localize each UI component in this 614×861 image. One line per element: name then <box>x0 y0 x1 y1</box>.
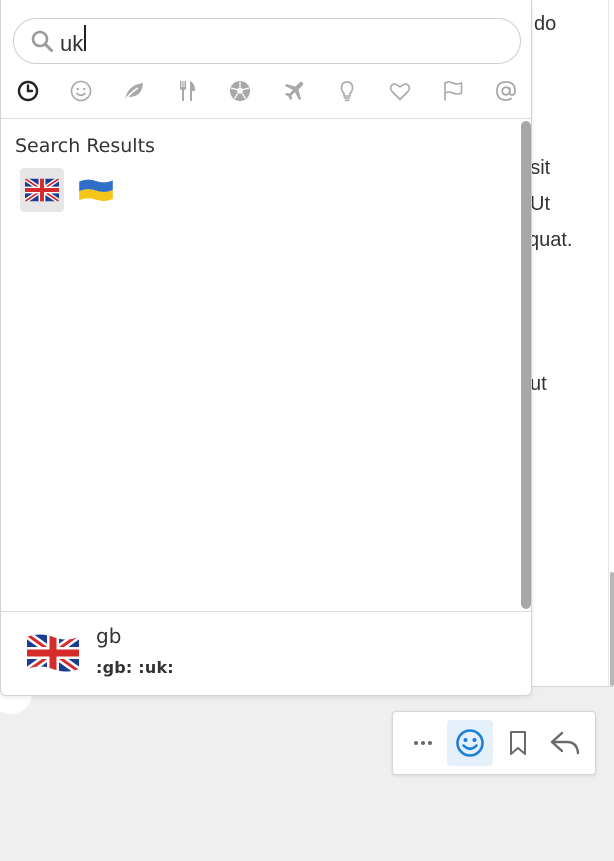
smiley-icon <box>456 729 485 757</box>
airplane-icon <box>284 81 303 100</box>
message-text-fragment: do <box>534 13 557 35</box>
leaf-icon <box>124 83 144 101</box>
preview-flag-gb-emoji <box>27 634 79 672</box>
save-message-button[interactable] <box>495 720 541 766</box>
soccer-ball-icon <box>230 81 251 101</box>
search-input-value: uk <box>60 31 84 56</box>
message-text-fragment: Ut <box>530 193 550 215</box>
tab-smileys[interactable] <box>64 74 98 108</box>
page-divider <box>608 0 609 686</box>
ellipsis-icon <box>414 741 433 745</box>
emoji-search-box[interactable]: uk <box>13 18 521 64</box>
tab-activity[interactable] <box>223 74 257 108</box>
smiley-icon <box>70 80 92 102</box>
text-caret <box>84 25 86 51</box>
page-scrollbar[interactable] <box>610 572 614 686</box>
divider <box>1 611 531 612</box>
message-text-fragment: quat. <box>528 229 573 251</box>
search-results-title: Search Results <box>15 135 155 157</box>
lightbulb-icon <box>340 81 353 102</box>
tab-nature[interactable] <box>117 74 151 108</box>
fork-knife-icon <box>180 81 196 101</box>
emoji-flag-gb-button[interactable] <box>20 168 64 212</box>
flag-ua-emoji <box>79 179 113 201</box>
add-reaction-button[interactable] <box>447 720 494 766</box>
heart-icon <box>389 83 410 101</box>
emoji-category-tabs <box>11 74 523 108</box>
preview-emoji-aliases: :gb: :uk: <box>96 658 174 677</box>
emoji-picker: uk Search Results gb:gb::uk: <box>0 0 532 696</box>
reply-icon <box>550 731 579 755</box>
more-actions-button[interactable] <box>400 720 446 766</box>
flag-gb-emoji <box>25 178 59 202</box>
clock-icon <box>17 80 39 102</box>
tab-custom[interactable] <box>489 74 523 108</box>
emoji-list-scrollbar[interactable] <box>521 121 531 609</box>
tab-recent[interactable] <box>11 74 45 108</box>
reply-button[interactable] <box>542 720 588 766</box>
search-icon <box>31 30 53 52</box>
emoji-flag-ua-button[interactable] <box>74 168 118 212</box>
preview-emoji-name: gb <box>96 624 122 648</box>
bookmark-icon <box>509 731 526 755</box>
tab-symbols[interactable] <box>383 74 417 108</box>
tab-objects[interactable] <box>330 74 364 108</box>
message-actions-toolbar <box>392 711 596 775</box>
tab-flags[interactable] <box>436 74 470 108</box>
tab-food[interactable] <box>170 74 204 108</box>
tab-travel[interactable] <box>277 74 311 108</box>
search-results-panel: Search Results <box>1 119 531 611</box>
at-sign-icon <box>496 81 516 101</box>
emoji-search-input[interactable]: uk <box>60 25 440 57</box>
flag-icon <box>444 81 463 101</box>
